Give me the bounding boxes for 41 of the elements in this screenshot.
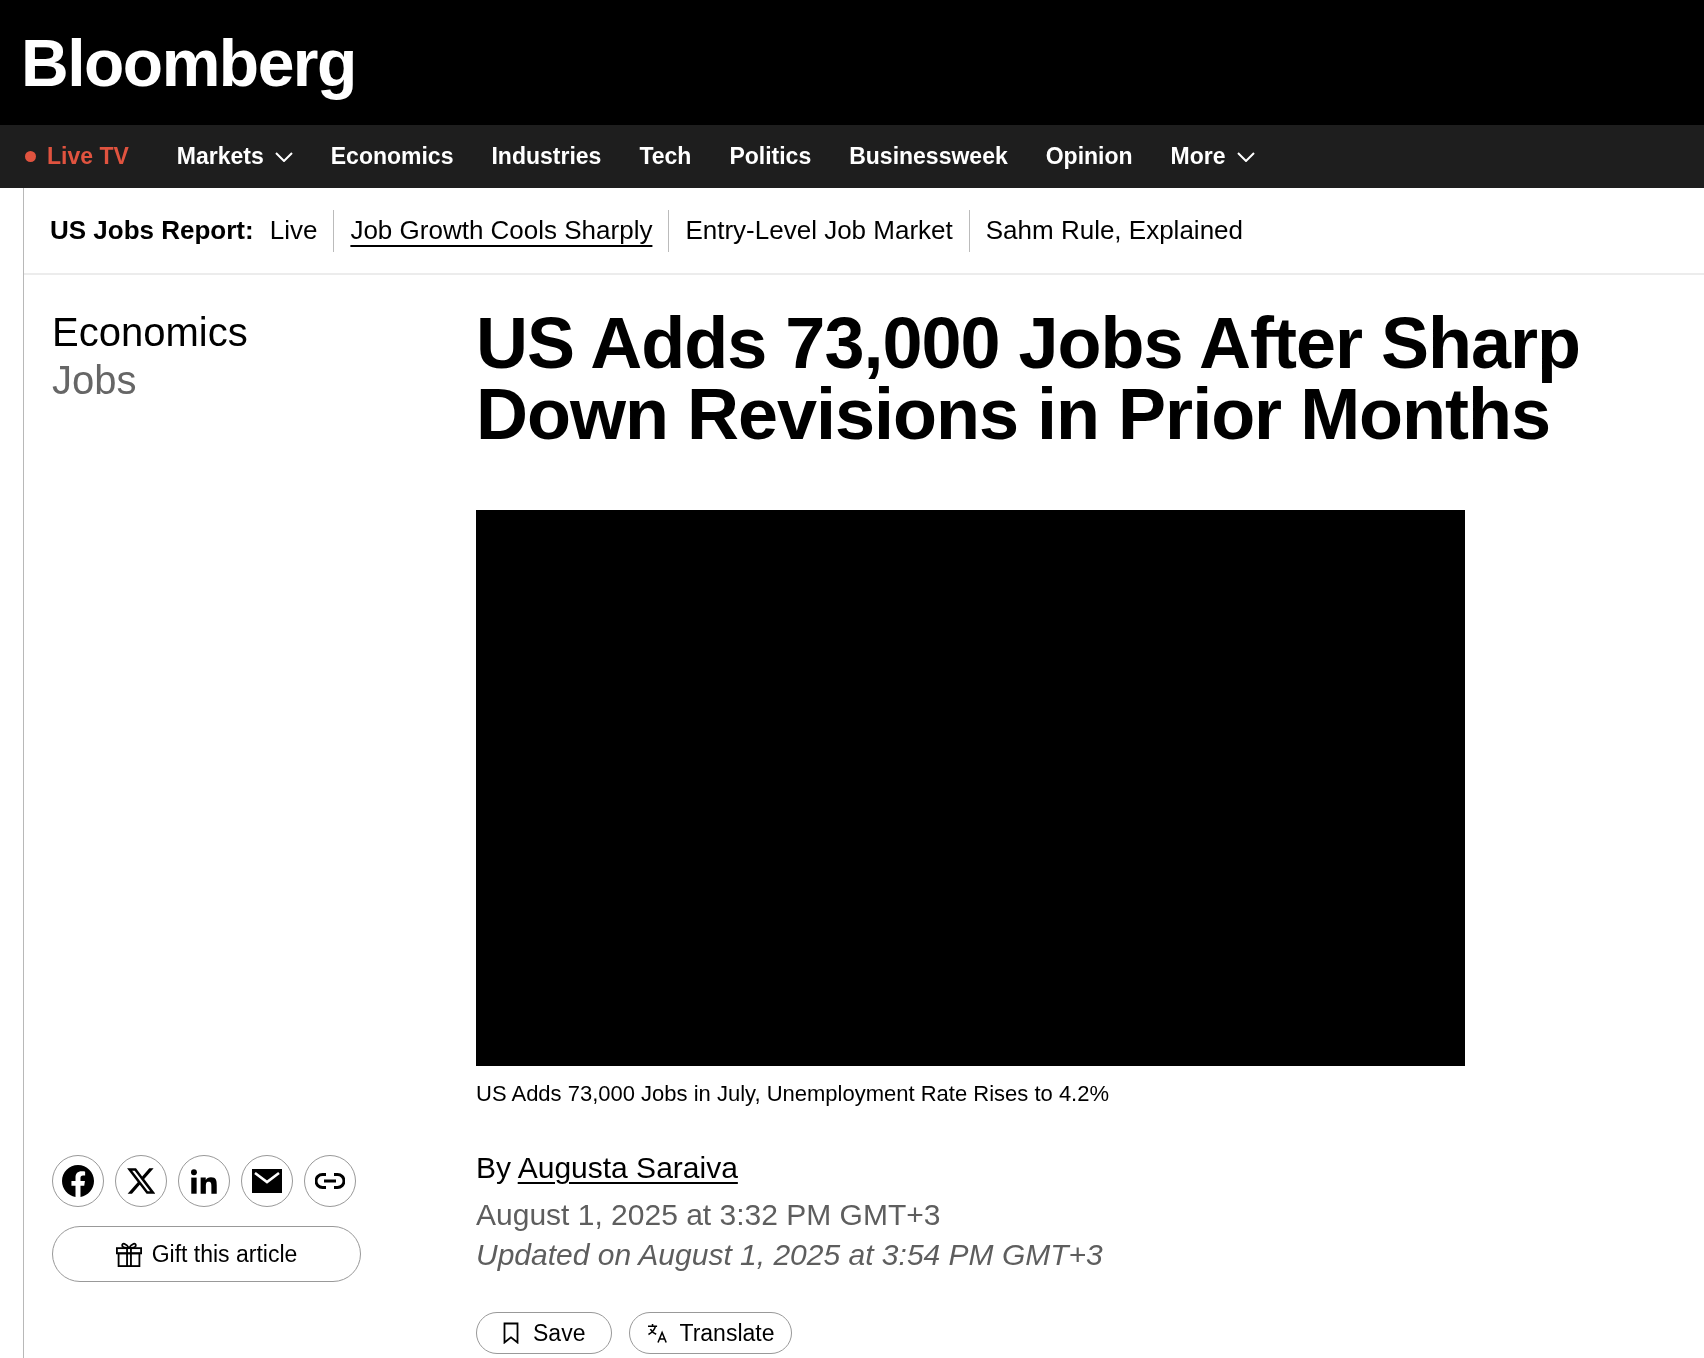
linkedin-icon [191,1168,217,1194]
section-link[interactable]: Economics [52,308,248,356]
author-link[interactable]: Augusta Saraiva [517,1151,738,1184]
x-logo-icon [127,1168,155,1194]
subsection-link[interactable]: Jobs [52,356,137,404]
translate-icon [647,1323,670,1343]
topic-link[interactable]: Sahm Rule, Explained [985,215,1243,246]
video-caption: US Adds 73,000 Jobs in July, Unemployment Rate Rises to 4.2% [476,1080,1111,1108]
facebook-icon [62,1165,94,1197]
headline: US Adds 73,000 Jobs After Sharp Down Revisions in Prior Months [476,308,1582,450]
nav-menu-button[interactable]: More [1170,143,1255,170]
live-tv-link[interactable]: Live TV [25,143,129,170]
nav-menu-button[interactable]: Markets [176,143,293,170]
link-icon [315,1173,345,1189]
byline: By Augusta Saraiva [476,1150,739,1186]
share-button[interactable] [304,1155,356,1207]
publish-date: August 1, 2025 at 3:32 PM GMT+3 [476,1197,942,1233]
share-button[interactable] [178,1155,230,1207]
nav-link[interactable]: Politics [729,143,812,170]
topic-link[interactable]: Job Growth Cools Sharply [350,215,653,246]
nav-link[interactable]: Businessweek [849,143,1008,170]
nav-link[interactable]: Industries [491,143,602,170]
updated-date: Updated on August 1, 2025 at 3:54 PM GMT+3 [476,1237,1104,1273]
gift-article-button[interactable]: Gift this article [52,1226,361,1282]
topic-link[interactable]: Entry-Level Job Market [685,215,953,246]
live-dot-icon [25,151,36,162]
nav-link[interactable]: Opinion [1045,143,1133,170]
chevron-down-icon [274,151,293,162]
chevron-down-icon [1236,151,1255,162]
save-button[interactable]: Save [476,1312,613,1354]
share-button[interactable] [115,1155,167,1207]
nav-link[interactable]: Tech [639,143,692,170]
bookmark-icon [503,1322,519,1344]
topic-link[interactable]: Live [269,215,318,246]
share-button[interactable] [52,1155,104,1207]
translate-button[interactable]: Translate [629,1312,793,1354]
nav-link[interactable]: Economics [330,143,454,170]
gift-icon [115,1241,142,1267]
topic-label: US Jobs Report: [50,215,254,246]
share-button[interactable] [241,1155,293,1207]
envelope-icon [252,1169,282,1193]
